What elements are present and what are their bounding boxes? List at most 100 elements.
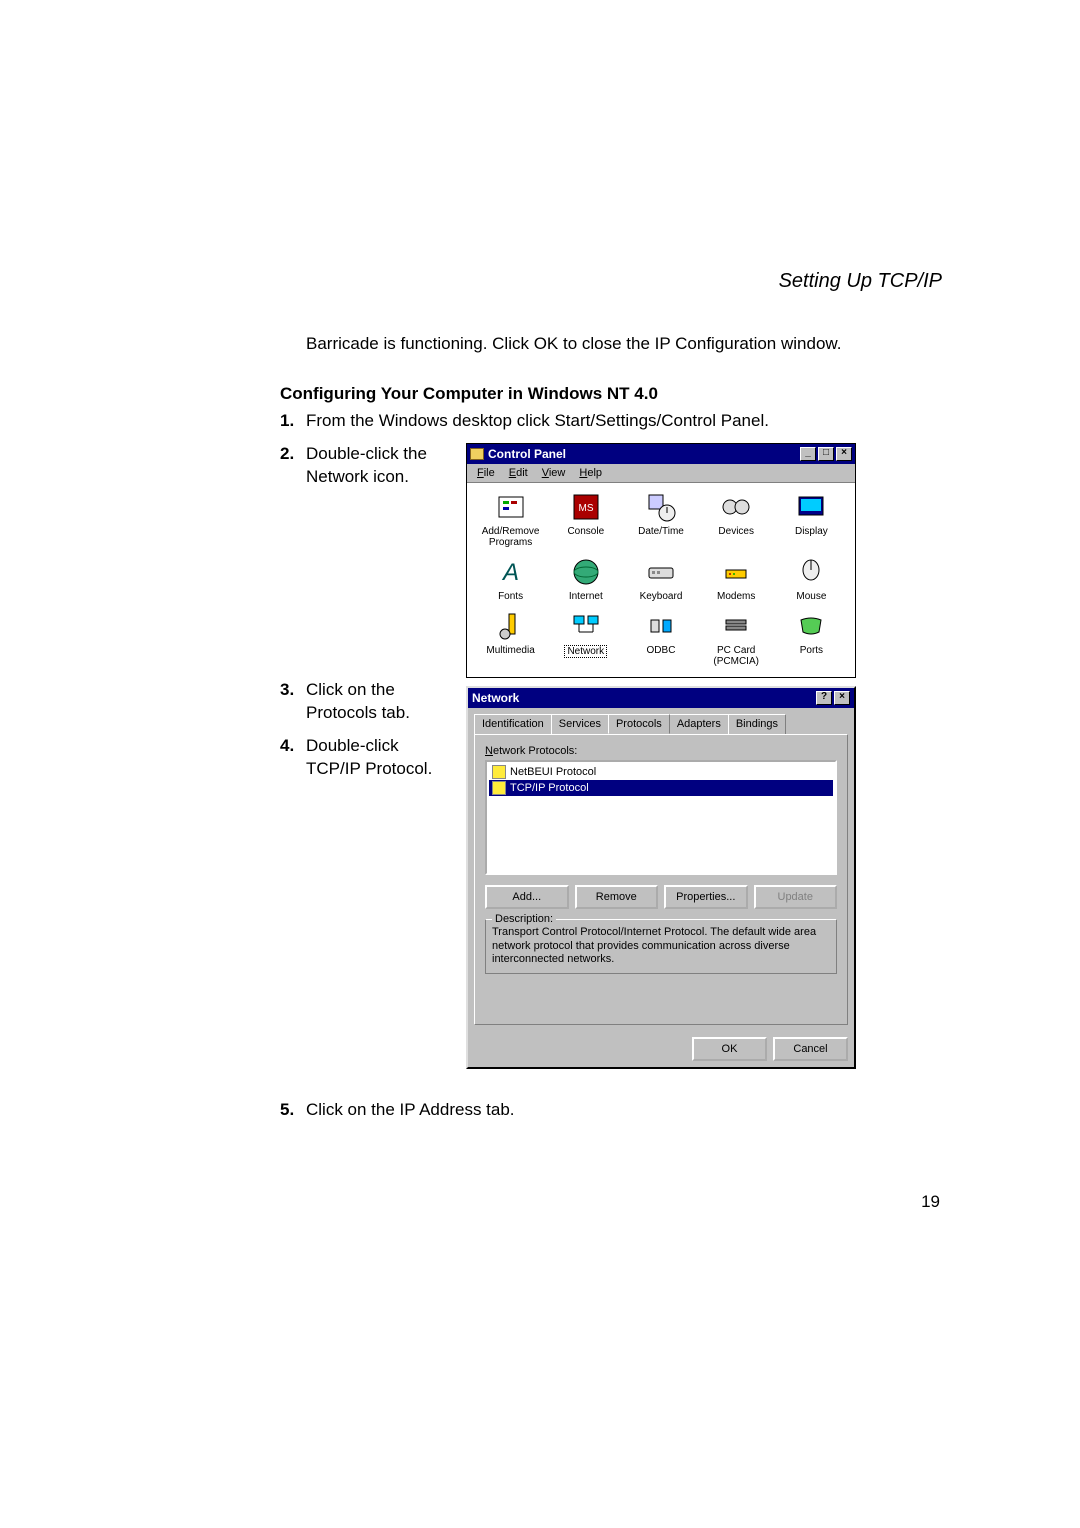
- date-time-icon: [645, 491, 677, 523]
- step-number: 1.: [280, 410, 306, 433]
- properties-button[interactable]: Properties...: [664, 885, 748, 909]
- cp-item-label: Ports: [800, 645, 823, 656]
- cp-item-console[interactable]: MS Console: [548, 491, 623, 548]
- cp-item-pc-card-pcmcia-[interactable]: PC Card(PCMCIA): [699, 610, 774, 667]
- tab-row: Identification Services Protocols Adapte…: [474, 714, 848, 734]
- protocol-icon: [492, 765, 506, 779]
- step-text: Click on the IP Address tab.: [306, 1099, 950, 1122]
- cp-item-label: Internet: [569, 591, 603, 602]
- cp-item-devices[interactable]: Devices: [699, 491, 774, 548]
- page-number: 19: [921, 1192, 940, 1212]
- step-number: 4.: [280, 735, 306, 781]
- fonts-icon: A: [495, 556, 527, 588]
- close-button[interactable]: ×: [836, 447, 852, 461]
- ok-button[interactable]: OK: [692, 1037, 767, 1061]
- cp-item-fonts[interactable]: A Fonts: [473, 556, 548, 602]
- page-header: Setting Up TCP/IP: [280, 270, 950, 293]
- tab-services[interactable]: Services: [551, 714, 609, 734]
- close-button[interactable]: ×: [834, 691, 850, 705]
- cancel-button[interactable]: Cancel: [773, 1037, 848, 1061]
- maximize-button[interactable]: □: [818, 447, 834, 461]
- help-button[interactable]: ?: [816, 691, 832, 705]
- step-4: 4. Double-click TCP/IP Protocol.: [280, 735, 454, 781]
- modems-icon: [720, 556, 752, 588]
- cp-item-date-time[interactable]: Date/Time: [623, 491, 698, 548]
- step-number: 5.: [280, 1099, 306, 1122]
- cp-item-label: Devices: [718, 526, 754, 537]
- ports-icon: [795, 610, 827, 642]
- tab-adapters[interactable]: Adapters: [669, 714, 729, 734]
- network-icon: [570, 610, 602, 642]
- folder-icon: [470, 448, 484, 460]
- cp-item-label: Modems: [717, 591, 755, 602]
- cp-item-ports[interactable]: Ports: [774, 610, 849, 667]
- cp-item-add-remove-programs[interactable]: Add/RemovePrograms: [473, 491, 548, 548]
- cp-item-odbc[interactable]: ODBC: [623, 610, 698, 667]
- step-5: 5. Click on the IP Address tab.: [280, 1099, 950, 1122]
- cp-item-label: Mouse: [796, 591, 826, 602]
- protocol-label: TCP/IP Protocol: [510, 782, 589, 794]
- cp-item-modems[interactable]: Modems: [699, 556, 774, 602]
- cp-item-label: Network: [564, 645, 607, 658]
- cp-item-network[interactable]: Network: [548, 610, 623, 667]
- mouse-icon: [795, 556, 827, 588]
- description-group: Description: Transport Control Protocol/…: [485, 919, 837, 974]
- cp-item-label: Keyboard: [640, 591, 683, 602]
- menu-help[interactable]: Help: [573, 466, 608, 480]
- description-label: Description:: [492, 913, 556, 925]
- cp-item-internet[interactable]: Internet: [548, 556, 623, 602]
- description-text: Transport Control Protocol/Internet Prot…: [492, 926, 830, 967]
- step-2: 2. Double-click the Network icon.: [280, 443, 454, 489]
- keyboard-icon: [645, 556, 677, 588]
- remove-button[interactable]: Remove: [575, 885, 659, 909]
- cp-item-multimedia[interactable]: Multimedia: [473, 610, 548, 667]
- step-text: Double-click TCP/IP Protocol.: [306, 735, 451, 781]
- cp-item-display[interactable]: Display: [774, 491, 849, 548]
- add-button[interactable]: Add...: [485, 885, 569, 909]
- step-number: 2.: [280, 443, 306, 489]
- control-panel-window: Control Panel _ □ × File Edit View Help …: [466, 443, 856, 678]
- protocol-item[interactable]: NetBEUI Protocol: [489, 764, 833, 780]
- cp-item-label: Date/Time: [638, 526, 684, 537]
- svg-text:A: A: [501, 559, 519, 586]
- cp-item-label: Console: [567, 526, 604, 537]
- network-dialog: Network ? × Identification Services Prot…: [466, 686, 856, 1069]
- cp-item-label: Add/RemovePrograms: [482, 526, 540, 548]
- cp-item-label: Display: [795, 526, 828, 537]
- menu-edit[interactable]: Edit: [503, 466, 534, 480]
- control-panel-grid: Add/RemovePrograms MS Console Date/Time Devi…: [467, 483, 855, 677]
- pc-card-pcmcia--icon: [720, 610, 752, 642]
- section-heading: Configuring Your Computer in Windows NT …: [280, 384, 950, 404]
- step-text: Click on the Protocols tab.: [306, 679, 451, 725]
- cp-item-label: Multimedia: [486, 645, 534, 656]
- tab-pane-protocols: Network Protocols: NetBEUI Protocol TCP/I…: [474, 734, 848, 1025]
- minimize-button[interactable]: _: [800, 447, 816, 461]
- tab-protocols[interactable]: Protocols: [608, 714, 670, 734]
- menu-view[interactable]: View: [536, 466, 572, 480]
- tab-identification[interactable]: Identification: [474, 714, 552, 734]
- protocol-item[interactable]: TCP/IP Protocol: [489, 780, 833, 796]
- cp-item-label: PC Card(PCMCIA): [713, 645, 759, 667]
- add-remove-programs-icon: [495, 491, 527, 523]
- menubar: File Edit View Help: [467, 464, 855, 483]
- step-number: 3.: [280, 679, 306, 725]
- protocol-icon: [492, 781, 506, 795]
- protocols-listbox[interactable]: NetBEUI Protocol TCP/IP Protocol: [485, 760, 837, 875]
- internet-icon: [570, 556, 602, 588]
- menu-file[interactable]: File: [471, 466, 501, 480]
- step-3: 3. Click on the Protocols tab.: [280, 679, 454, 725]
- update-button: Update: [754, 885, 838, 909]
- titlebar: Control Panel _ □ ×: [467, 444, 855, 464]
- cp-item-label: Fonts: [498, 591, 523, 602]
- cp-item-mouse[interactable]: Mouse: [774, 556, 849, 602]
- cp-item-keyboard[interactable]: Keyboard: [623, 556, 698, 602]
- list-label: Network Protocols:: [485, 745, 837, 757]
- step-text: Double-click the Network icon.: [306, 443, 451, 489]
- odbc-icon: [645, 610, 677, 642]
- dialog-titlebar: Network ? ×: [468, 688, 854, 708]
- display-icon: [795, 491, 827, 523]
- dialog-footer: OK Cancel: [468, 1031, 854, 1067]
- svg-text:MS: MS: [578, 503, 593, 514]
- tab-bindings[interactable]: Bindings: [728, 714, 786, 734]
- cp-item-label: ODBC: [647, 645, 676, 656]
